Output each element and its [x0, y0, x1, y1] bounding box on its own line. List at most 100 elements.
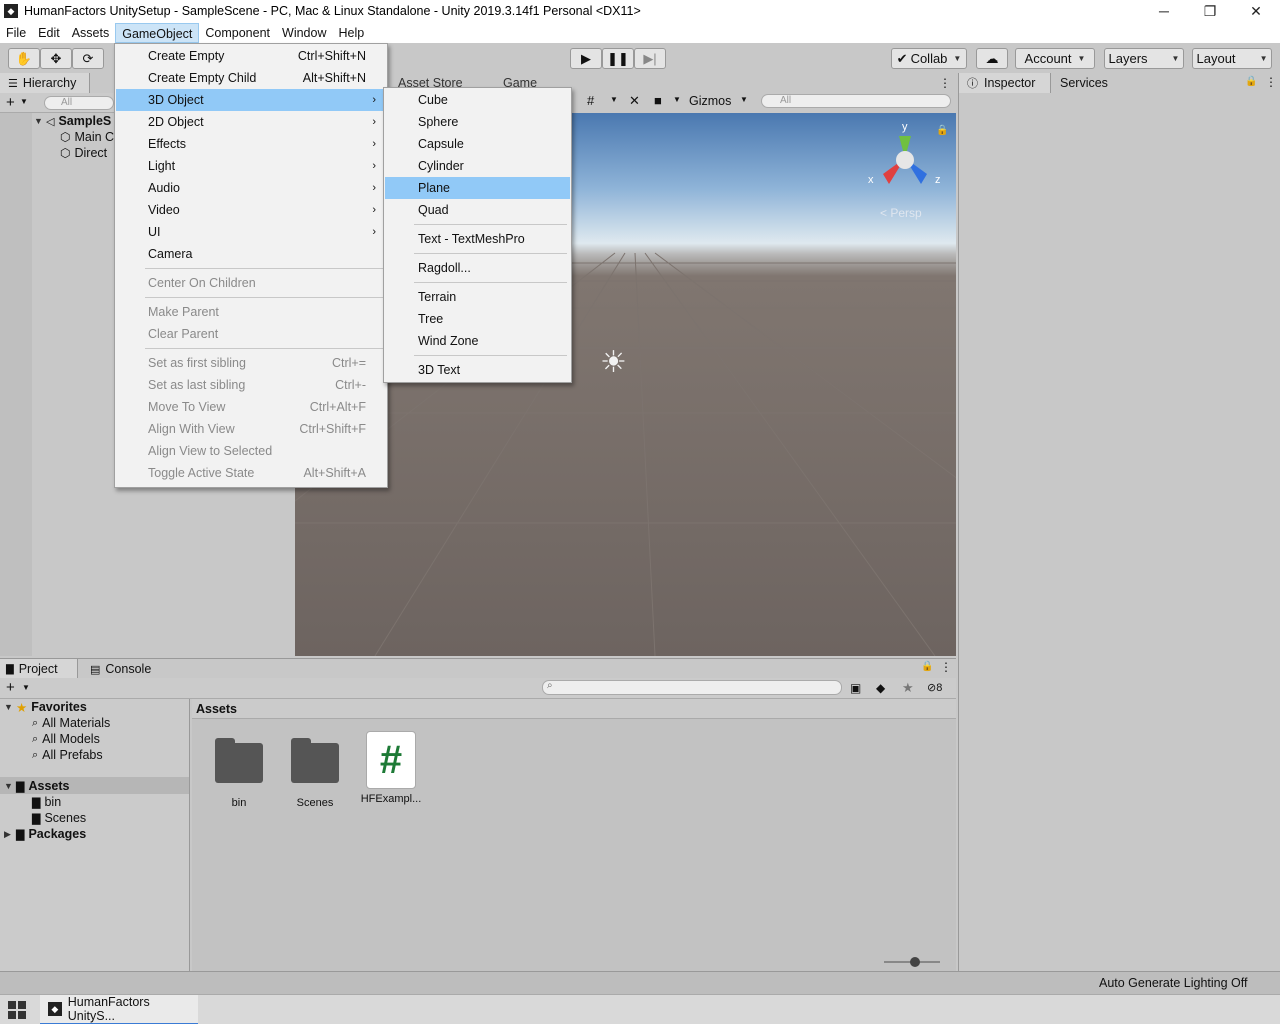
menu-component[interactable]: Component: [199, 23, 276, 43]
hidden-packages-icon[interactable]: ⊘8: [927, 681, 942, 694]
collab-button[interactable]: ✔ Collab ▼: [891, 48, 967, 69]
taskbar-unity-app[interactable]: ◆ HumanFactors UnityS...: [40, 995, 198, 1024]
favorite-item[interactable]: ⌕ All Models: [32, 731, 100, 747]
scene-gizmo[interactable]: y x z: [865, 118, 945, 198]
icon-size-slider[interactable]: [884, 957, 940, 967]
menu-edit[interactable]: Edit: [32, 23, 66, 43]
favorite-item[interactable]: ⌕ All Prefabs: [32, 747, 103, 763]
menu-item-2d-object[interactable]: 2D Object ›: [116, 111, 386, 133]
tab-services[interactable]: Services: [1059, 73, 1108, 93]
menu-window[interactable]: Window: [276, 23, 332, 43]
menu-item-light[interactable]: Light ›: [116, 155, 386, 177]
menu-item-align-view-to-selected[interactable]: Align View to Selected: [116, 440, 386, 462]
expand-triangle-icon[interactable]: ▼: [34, 116, 46, 126]
layers-dropdown[interactable]: Layers ▼: [1104, 48, 1184, 69]
menu-item-camera[interactable]: Camera: [116, 243, 386, 265]
windows-start-icon[interactable]: [8, 1001, 26, 1019]
camera-icon[interactable]: ■: [654, 93, 662, 108]
add-icon[interactable]: +: [6, 94, 15, 111]
menu-assets[interactable]: Assets: [66, 23, 116, 43]
scene-search-input[interactable]: All: [761, 94, 951, 108]
menu-help[interactable]: Help: [332, 23, 370, 43]
menu-file[interactable]: File: [0, 23, 32, 43]
asset-folder[interactable]: Scenes: [280, 738, 350, 809]
submenu-item-plane[interactable]: Plane: [385, 177, 570, 199]
menu-item-create-empty-child[interactable]: Create Empty Child Alt+Shift+N: [116, 67, 386, 89]
chevron-down-icon[interactable]: ▼: [740, 95, 748, 104]
more-options-icon[interactable]: ⋮: [940, 660, 952, 674]
menu-gameobject[interactable]: GameObject: [115, 22, 200, 43]
submenu-item-quad[interactable]: Quad: [385, 199, 570, 221]
move-tool-icon[interactable]: ✥: [40, 48, 72, 69]
submenu-item-terrain[interactable]: Terrain: [385, 286, 570, 308]
directional-light-icon[interactable]: ☀: [600, 345, 627, 380]
label-tag-icon[interactable]: ◆: [876, 681, 885, 695]
persp-label[interactable]: < Persp: [880, 206, 922, 220]
submenu-item-tree[interactable]: Tree: [385, 308, 570, 330]
menu-item-move-to-view[interactable]: Move To View Ctrl+Alt+F: [116, 396, 386, 418]
hierarchy-search-input[interactable]: All: [44, 96, 114, 110]
lock-icon[interactable]: 🔒: [936, 125, 948, 136]
submenu-item-wind-zone[interactable]: Wind Zone: [385, 330, 570, 352]
menu-item-set-first-sibling[interactable]: Set as first sibling Ctrl+=: [116, 352, 386, 374]
asset-folder[interactable]: bin: [204, 738, 274, 809]
cloud-icon[interactable]: ☁: [976, 48, 1008, 69]
breadcrumb[interactable]: Assets: [196, 702, 237, 716]
submenu-item-capsule[interactable]: Capsule: [385, 133, 570, 155]
menu-item-make-parent[interactable]: Make Parent: [116, 301, 386, 323]
folder-item[interactable]: ▇ Scenes: [32, 810, 86, 826]
menu-item-set-last-sibling[interactable]: Set as last sibling Ctrl+-: [116, 374, 386, 396]
more-options-icon[interactable]: ⋮: [939, 76, 951, 90]
favorite-item[interactable]: ⌕ All Materials: [32, 715, 110, 731]
lock-icon[interactable]: 🔒: [1245, 76, 1257, 87]
tab-hierarchy[interactable]: ☰ Hierarchy: [0, 73, 90, 93]
close-button[interactable]: ✕: [1233, 0, 1279, 22]
pause-button[interactable]: ❚❚: [602, 48, 634, 69]
minimize-button[interactable]: ─: [1141, 0, 1187, 22]
submenu-item-sphere[interactable]: Sphere: [385, 111, 570, 133]
tab-console[interactable]: ▤ Console: [90, 659, 151, 679]
collapse-triangle-icon[interactable]: ▶: [4, 829, 16, 840]
menu-item-audio[interactable]: Audio ›: [116, 177, 386, 199]
lock-icon[interactable]: 🔒: [921, 661, 933, 672]
account-dropdown[interactable]: Account ▼: [1015, 48, 1095, 69]
restore-button[interactable]: ❐: [1187, 0, 1233, 22]
menu-item-ui[interactable]: UI ›: [116, 221, 386, 243]
menu-item-toggle-active-state[interactable]: Toggle Active State Alt+Shift+A: [116, 462, 386, 484]
chevron-down-icon[interactable]: ▼: [22, 683, 30, 692]
hierarchy-item[interactable]: ⬡ Main C: [60, 129, 114, 145]
grid-icon[interactable]: #: [587, 93, 594, 108]
packages-node[interactable]: ▶ ▇ Packages: [4, 826, 86, 842]
play-button[interactable]: ▶: [570, 48, 602, 69]
chevron-down-icon[interactable]: ▼: [673, 95, 681, 104]
menu-item-clear-parent[interactable]: Clear Parent: [116, 323, 386, 345]
rotate-tool-icon[interactable]: ⟳: [72, 48, 104, 69]
gizmos-dropdown[interactable]: Gizmos: [689, 94, 731, 108]
search-by-type-icon[interactable]: ▣: [850, 681, 861, 695]
menu-item-video[interactable]: Video ›: [116, 199, 386, 221]
submenu-item-cube[interactable]: Cube: [385, 89, 570, 111]
submenu-item-ragdoll[interactable]: Ragdoll...: [385, 257, 570, 279]
star-icon[interactable]: ★: [902, 680, 914, 696]
hierarchy-item[interactable]: ⬡ Direct: [60, 145, 107, 161]
tab-project[interactable]: ▇ Project: [0, 659, 78, 679]
more-options-icon[interactable]: ⋮: [1265, 75, 1277, 89]
menu-item-align-with-view[interactable]: Align With View Ctrl+Shift+F: [116, 418, 386, 440]
expand-triangle-icon[interactable]: ▼: [4, 781, 16, 791]
menu-item-3d-object[interactable]: 3D Object ›: [116, 89, 386, 111]
layout-dropdown[interactable]: Layout ▼: [1192, 48, 1272, 69]
tab-inspector[interactable]: ⓘ Inspector: [959, 73, 1051, 93]
favorites-node[interactable]: ▼ ★ Favorites: [4, 699, 87, 715]
asset-script[interactable]: # HFExampl...: [356, 731, 426, 805]
assets-node[interactable]: ▼ ▇ Assets: [4, 778, 69, 794]
tools-icon[interactable]: ✕: [629, 93, 640, 109]
submenu-item-3d-text[interactable]: 3D Text: [385, 359, 570, 381]
step-button[interactable]: ▶|: [634, 48, 666, 69]
submenu-item-textmeshpro[interactable]: Text - TextMeshPro: [385, 228, 570, 250]
menu-item-effects[interactable]: Effects ›: [116, 133, 386, 155]
menu-item-create-empty[interactable]: Create Empty Ctrl+Shift+N: [116, 45, 386, 67]
folder-item[interactable]: ▇ bin: [32, 794, 61, 810]
menu-item-center-on-children[interactable]: Center On Children: [116, 272, 386, 294]
submenu-item-cylinder[interactable]: Cylinder: [385, 155, 570, 177]
chevron-down-icon[interactable]: ▼: [20, 97, 28, 106]
